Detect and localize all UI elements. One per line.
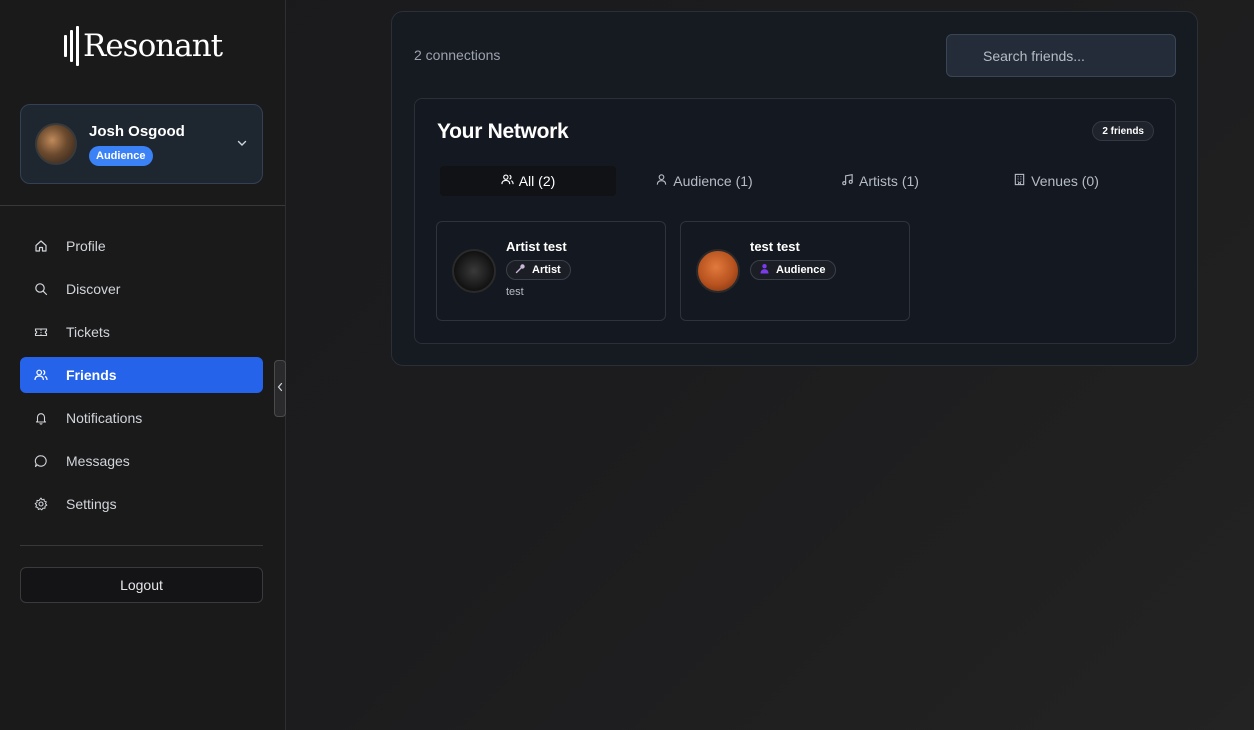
role-label: Audience [776, 264, 826, 276]
sidebar-item-label: Messages [66, 453, 130, 469]
divider [0, 205, 285, 206]
chevron-left-icon [276, 382, 284, 395]
app-logo[interactable]: Resonant [64, 24, 223, 68]
friend-card[interactable]: test test Audience [680, 221, 910, 321]
sidebar-item-label: Settings [66, 496, 117, 512]
sidebar-item-label: Tickets [66, 324, 110, 340]
network-section: Your Network 2 friends All (2) Audience … [414, 98, 1176, 344]
users-icon [501, 173, 514, 189]
tab-label: Artists (1) [859, 173, 919, 189]
microphone-icon [515, 263, 526, 277]
sidebar-item-label: Discover [66, 281, 121, 297]
friend-description: test [506, 286, 524, 298]
friend-name: Artist test [506, 239, 567, 254]
page-title: Your Network [437, 120, 569, 143]
sidebar-nav: Profile Discover Tickets Friends Notific… [20, 228, 263, 529]
friends-list: Artist test Artist test test test Audien… [436, 221, 910, 321]
connections-count: 2 connections [414, 47, 501, 63]
role-badge: Audience [750, 260, 836, 280]
logout-button[interactable]: Logout [20, 567, 263, 603]
role-label: Artist [532, 264, 561, 276]
tab-label: Venues (0) [1031, 173, 1099, 189]
tab-audience[interactable]: Audience (1) [616, 166, 792, 196]
user-menu[interactable]: Josh Osgood Audience [20, 104, 263, 184]
friend-name: test test [750, 239, 800, 254]
sidebar-item-friends[interactable]: Friends [20, 357, 263, 393]
gear-icon [34, 497, 48, 511]
tab-all[interactable]: All (2) [440, 166, 616, 196]
sidebar-item-profile[interactable]: Profile [20, 228, 263, 264]
avatar [696, 249, 740, 293]
avatar [452, 249, 496, 293]
sidebar-item-settings[interactable]: Settings [20, 486, 263, 522]
role-badge: Audience [89, 145, 153, 166]
friends-panel: 2 connections Your Network 2 friends All… [391, 11, 1198, 366]
tab-label: All (2) [518, 173, 556, 189]
logo-bars-icon [64, 26, 79, 66]
sidebar-item-label: Notifications [66, 410, 143, 426]
role-badge: Artist [506, 260, 571, 280]
person-icon [759, 263, 770, 277]
user-info: Josh Osgood Audience [89, 123, 236, 166]
search-icon [34, 282, 48, 296]
search-friends-input[interactable] [946, 34, 1176, 77]
sidebar-collapse-handle[interactable] [274, 360, 286, 417]
friend-card[interactable]: Artist test Artist test [436, 221, 666, 321]
tab-label: Audience (1) [673, 173, 753, 189]
logo-text: Resonant [83, 28, 223, 64]
music-note-icon [841, 173, 854, 189]
sidebar-item-label: Profile [66, 238, 106, 254]
avatar [35, 123, 77, 165]
sidebar-item-tickets[interactable]: Tickets [20, 314, 263, 350]
ticket-icon [34, 325, 48, 339]
sidebar-item-label: Friends [66, 367, 117, 383]
tab-artists[interactable]: Artists (1) [792, 166, 968, 196]
divider [20, 545, 263, 546]
tab-venues[interactable]: Venues (0) [968, 166, 1144, 196]
user-name: Josh Osgood [89, 122, 185, 140]
friend-filter-tabs: All (2) Audience (1) Artists (1) Venues … [440, 166, 1144, 196]
chevron-down-icon[interactable] [236, 137, 248, 152]
bell-icon [34, 411, 48, 425]
user-icon [655, 173, 668, 189]
users-icon [34, 368, 48, 382]
sidebar-item-discover[interactable]: Discover [20, 271, 263, 307]
sidebar-item-notifications[interactable]: Notifications [20, 400, 263, 436]
building-icon [1013, 173, 1026, 189]
friends-count-badge: 2 friends [1092, 121, 1154, 141]
sidebar-item-messages[interactable]: Messages [20, 443, 263, 479]
home-icon [34, 239, 48, 253]
sidebar: Resonant Josh Osgood Audience Profile Di… [0, 0, 286, 730]
message-icon [34, 454, 48, 468]
